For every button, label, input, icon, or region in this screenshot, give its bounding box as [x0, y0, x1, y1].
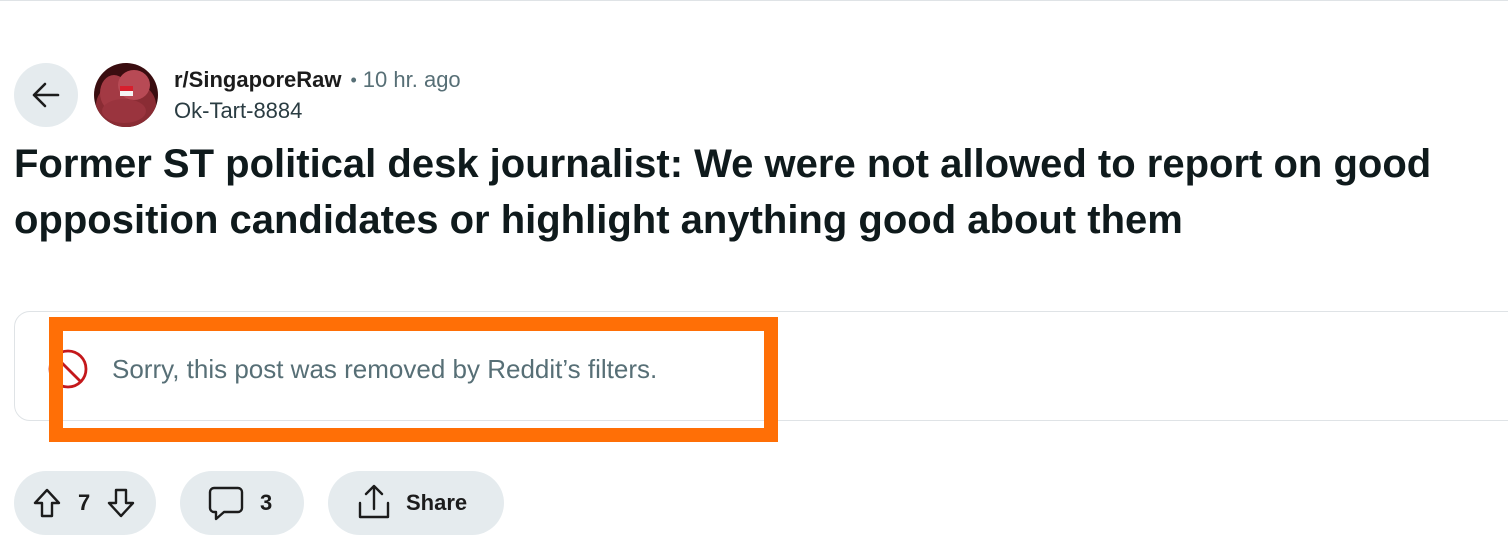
back-button[interactable]: [14, 63, 78, 127]
upvote-button[interactable]: [30, 486, 64, 520]
orange-highlight-box: [49, 317, 778, 442]
post-title: Former ST political desk journalist: We …: [14, 142, 1432, 242]
top-divider: [0, 0, 1508, 1]
comment-count: 3: [260, 490, 273, 515]
back-arrow-icon: [32, 82, 60, 108]
post-author[interactable]: Ok-Tart-8884: [174, 96, 302, 126]
vote-bar: 7: [14, 471, 156, 535]
comments-button[interactable]: 3: [180, 471, 304, 535]
upvote-arrow-icon: [33, 488, 61, 518]
share-label: Share: [406, 490, 468, 515]
subreddit-avatar[interactable]: [94, 63, 158, 127]
vote-count: 7: [78, 490, 91, 515]
comment-bubble-icon: [208, 486, 244, 521]
downvote-arrow-icon: [108, 488, 135, 518]
share-button[interactable]: Share: [328, 471, 504, 535]
meta-separator: •: [350, 69, 357, 90]
downvote-button[interactable]: [104, 486, 138, 520]
post-timestamp: 10 hr. ago: [362, 67, 461, 92]
share-icon: [358, 484, 390, 519]
subreddit-name[interactable]: r/SingaporeRaw: [174, 67, 341, 93]
